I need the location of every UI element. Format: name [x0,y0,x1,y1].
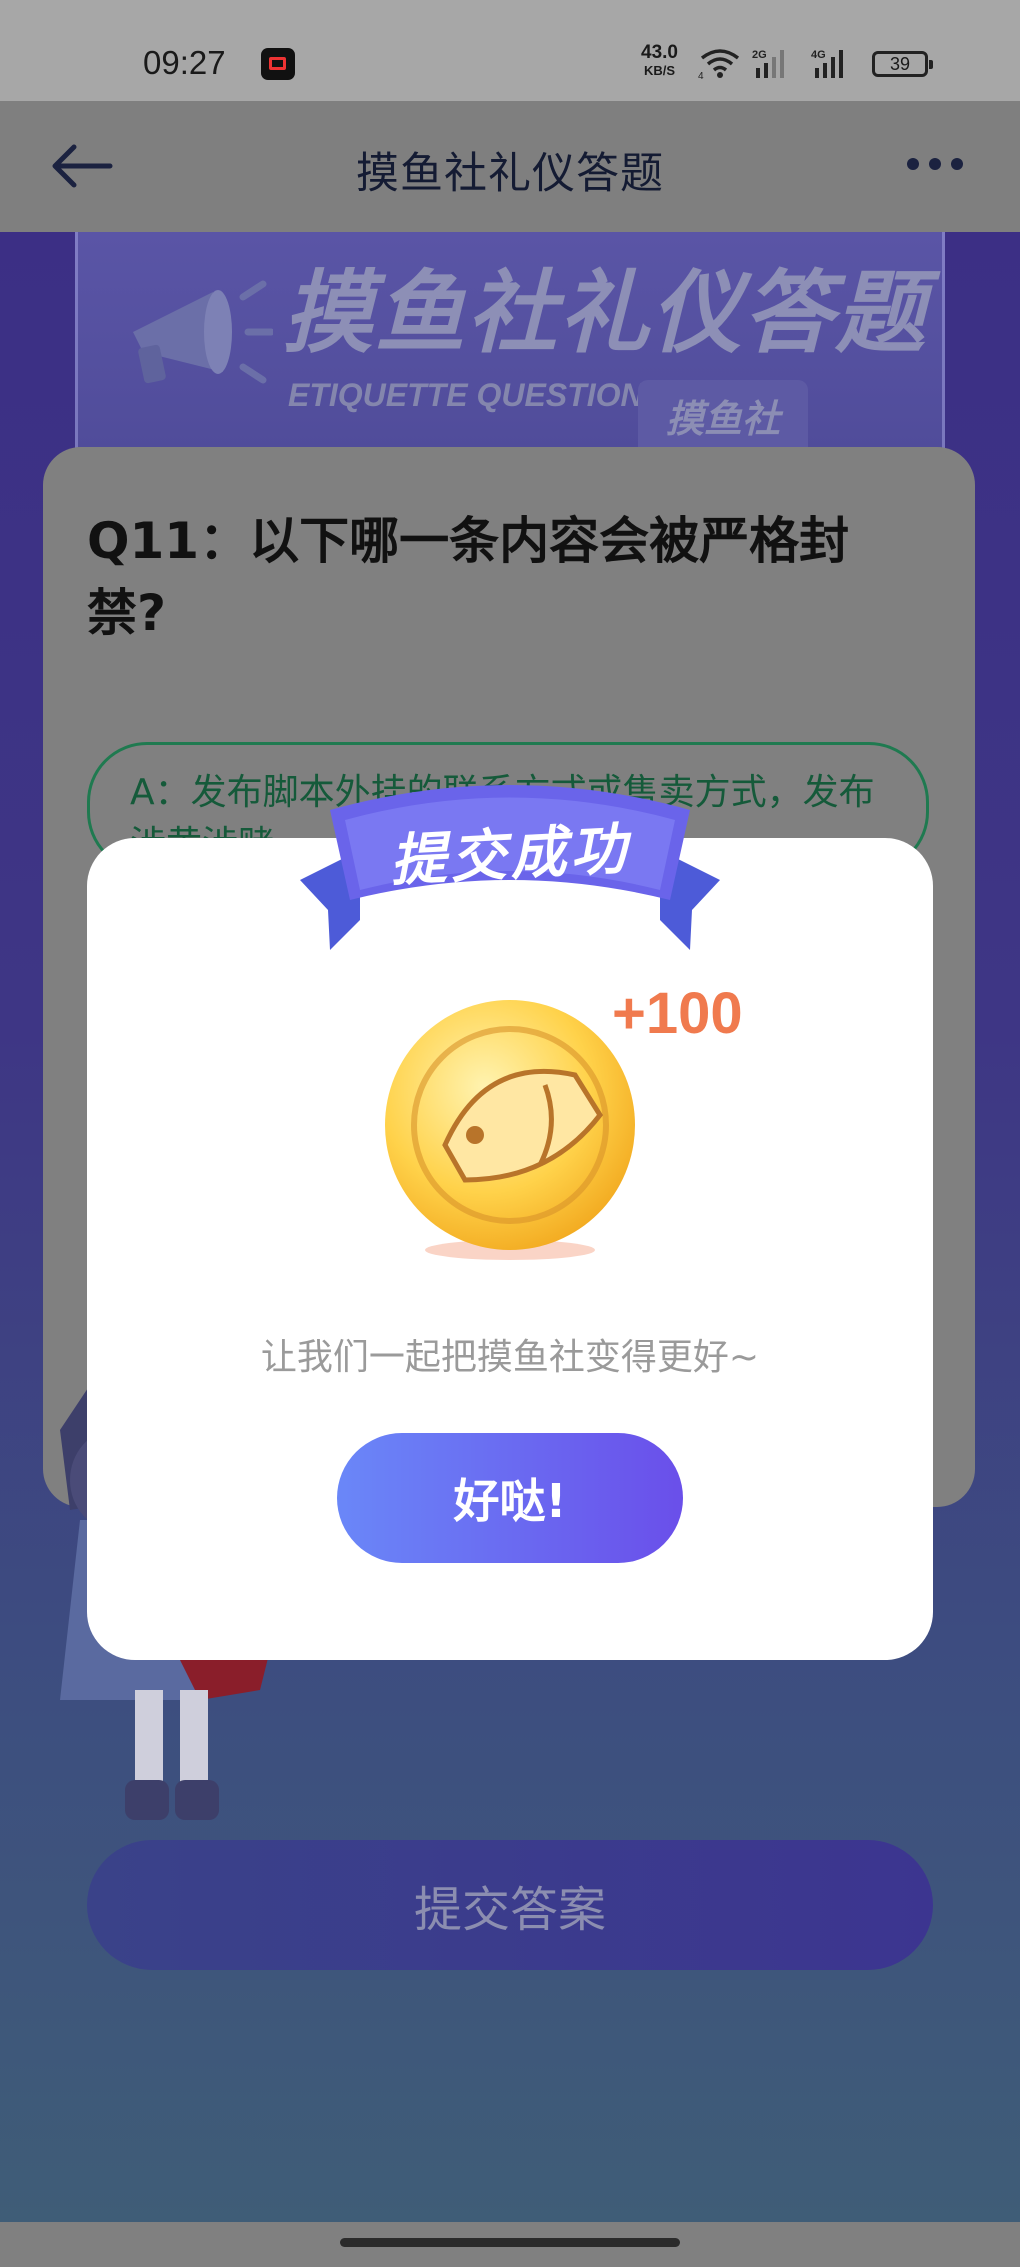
megaphone-icon [133,280,273,384]
sim1-signal-icon: 2G [752,49,784,78]
screen-record-icon [261,48,295,80]
banner-subtitle: ETIQUETTE QUESTIONS [288,377,665,413]
success-ribbon: 提交成功 [290,770,730,950]
fish-coin-icon [385,1000,635,1260]
dialog-message: 让我们一起把摸鱼社变得更好~ [260,1337,760,1378]
question-title: Q11：以下哪一条内容会被严格封禁? [87,512,850,642]
sim2-label: 4G [811,49,826,61]
home-indicator[interactable] [340,2238,680,2247]
banner-title: 摸鱼社礼仪答题 [283,261,927,366]
wifi-icon: 4 [698,49,740,80]
submit-answer-button[interactable]: 提交答案 [87,1840,933,1970]
status-bar: 09:27 43.0 KB/S 4 2G 4G 39 [0,0,1020,101]
network-speed: 43.0 KB/S [641,42,678,80]
more-options-icon[interactable] [905,154,965,174]
sim1-label: 2G [752,49,767,61]
page-title: 摸鱼社礼仪答题 [356,149,664,199]
banner-badge: 摸鱼社 [638,380,809,451]
network-speed-value: 43.0 [641,42,678,63]
battery-indicator: 39 [872,51,933,77]
quiz-banner: 摸鱼社礼仪答题 ETIQUETTE QUESTIONS 摸鱼社 [75,232,945,457]
ok-button[interactable]: 好哒! [337,1433,683,1563]
nav-bar: 摸鱼社礼仪答题 [0,101,1020,232]
status-time: 09:27 [143,44,226,81]
network-speed-unit: KB/S [643,63,676,78]
sim2-signal-icon: 4G [811,49,843,78]
wifi-label: 4 [698,71,704,80]
reward-points: +100 [612,981,743,1046]
